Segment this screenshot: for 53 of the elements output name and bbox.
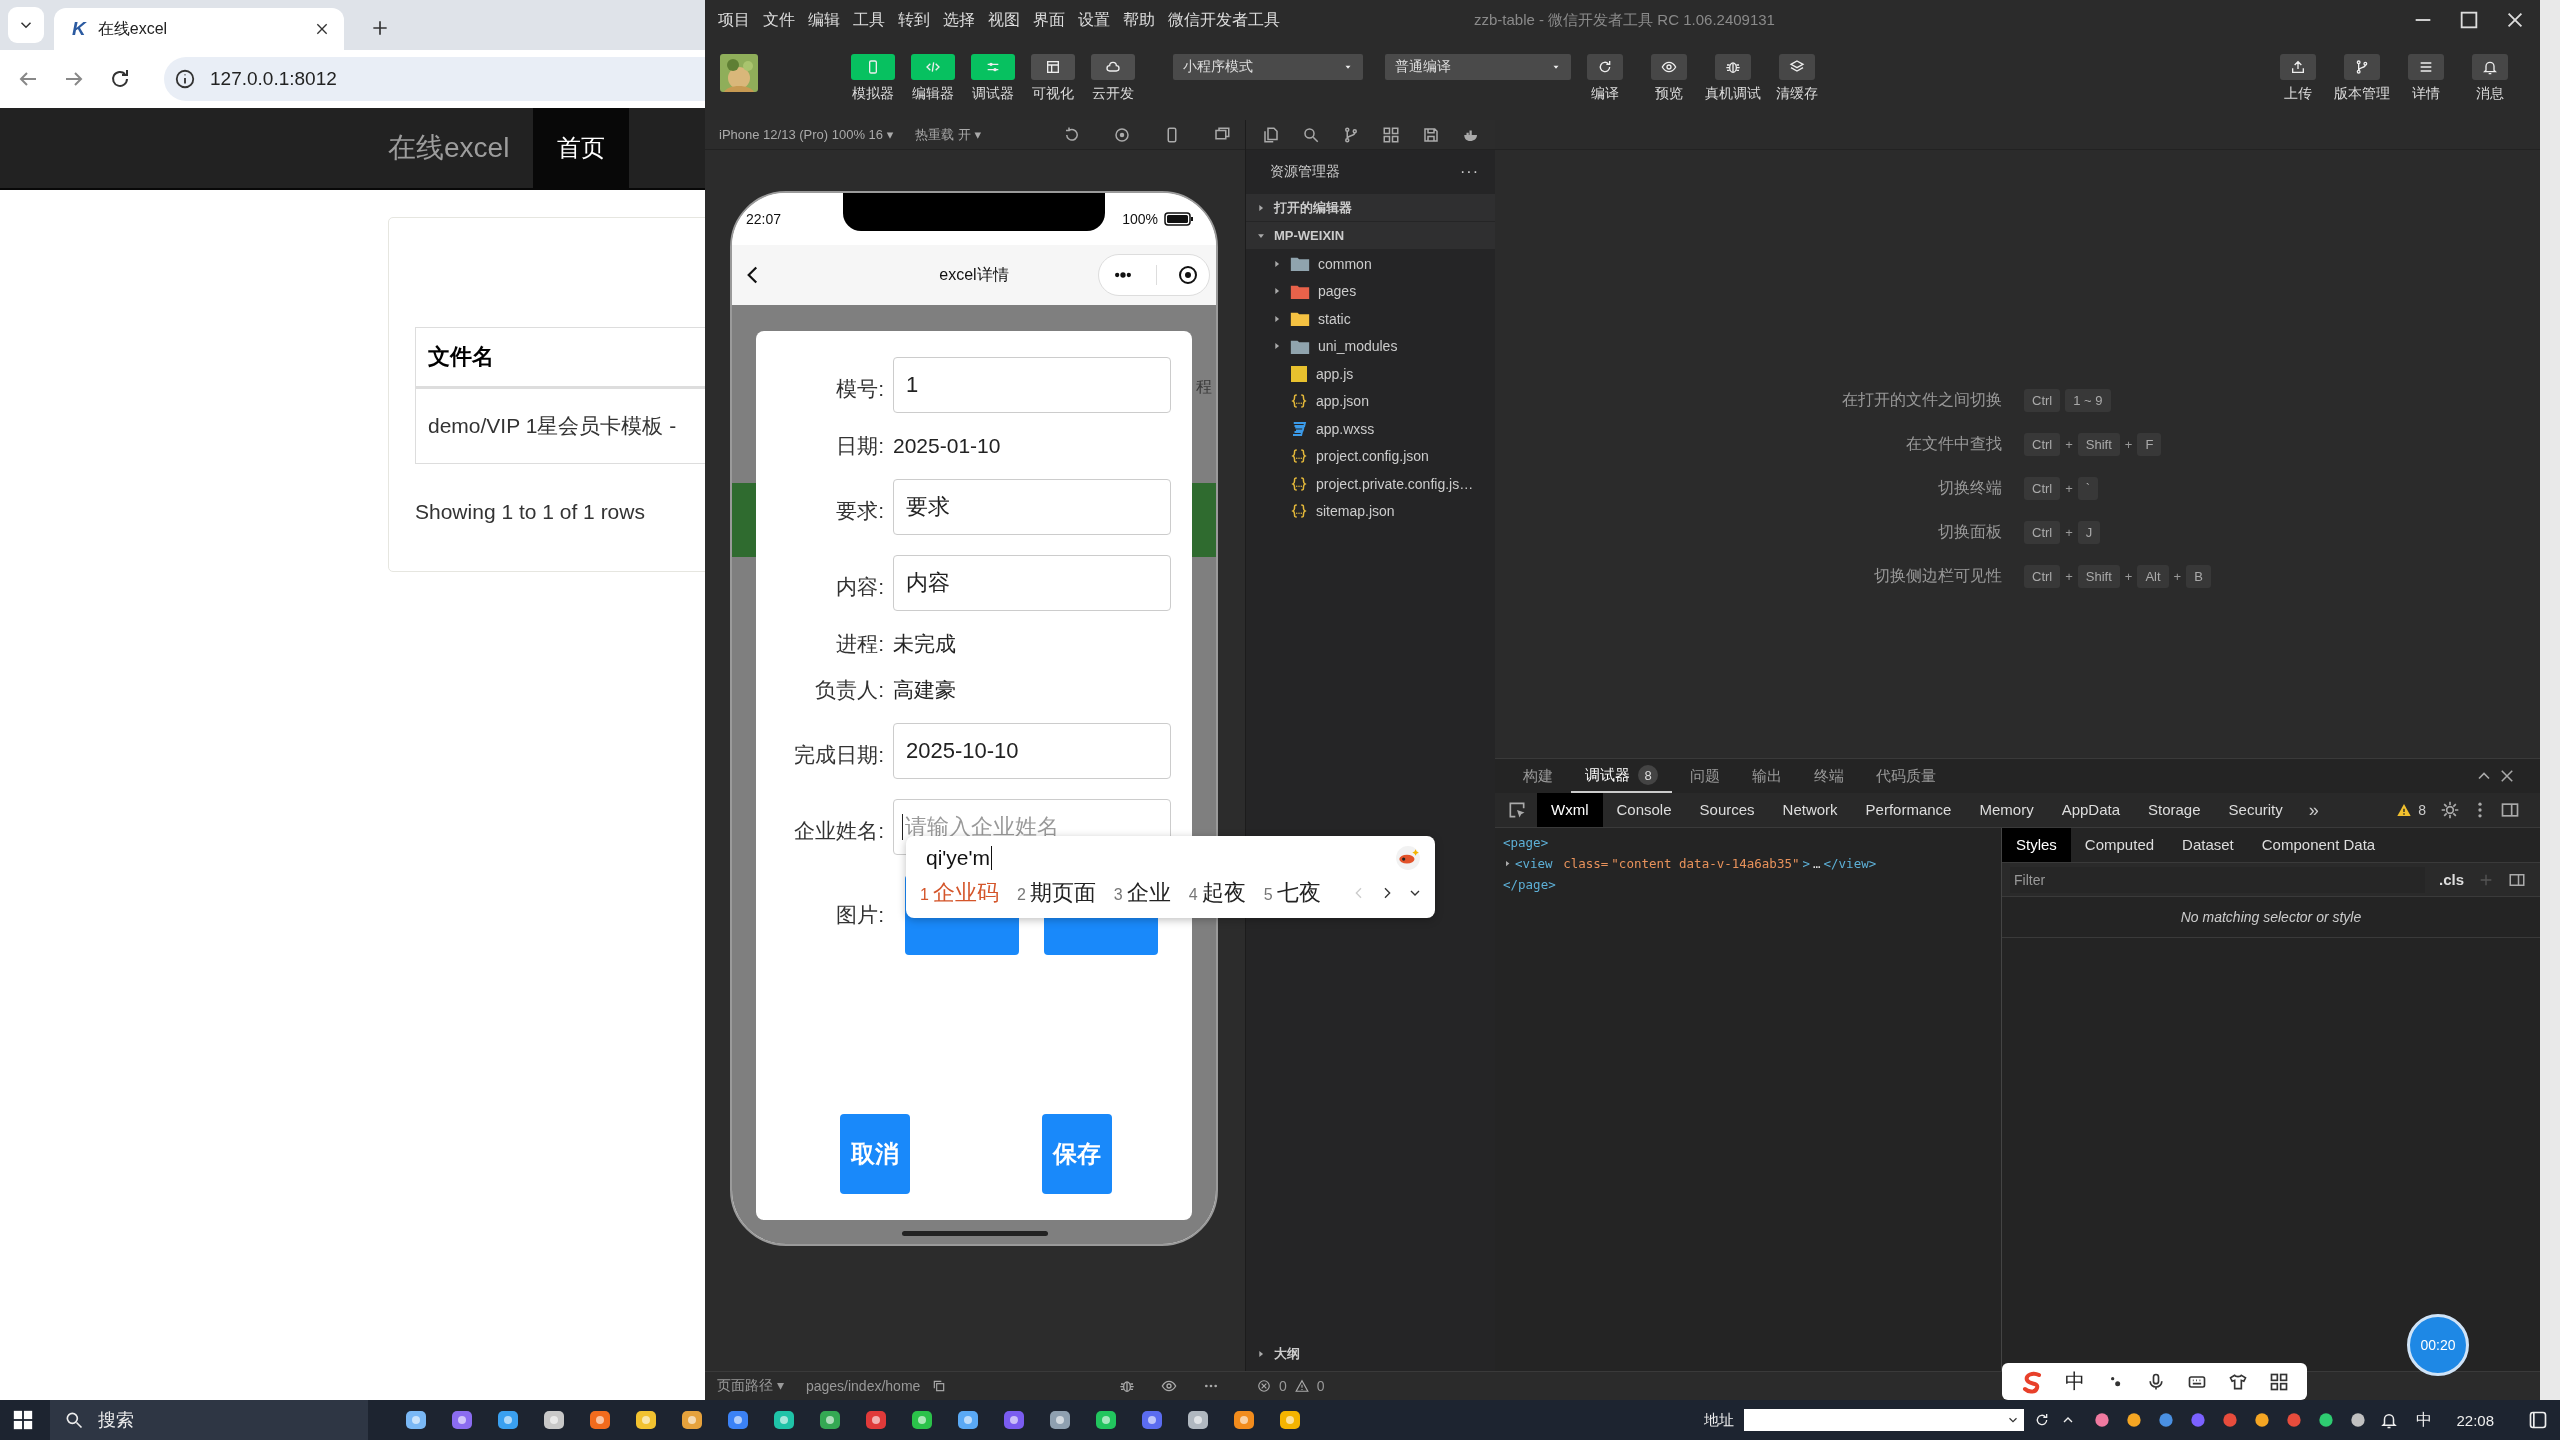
shortcut-label: 在文件中查找 bbox=[1905, 433, 2002, 454]
field-value: 高建豪 bbox=[893, 677, 956, 703]
page-title: excel详情 bbox=[938, 264, 1010, 285]
key-cap: Ctrl bbox=[2024, 520, 2061, 544]
key-cap: F bbox=[2137, 432, 2162, 456]
field-label: 负责人: bbox=[814, 677, 884, 703]
field-label: 日期: bbox=[835, 433, 884, 459]
key-cap: Ctrl bbox=[2024, 432, 2061, 456]
warning-count: 0 bbox=[1316, 1378, 1325, 1394]
field-label: 要求: bbox=[835, 498, 884, 524]
key-cap: Ctrl bbox=[2024, 476, 2061, 500]
key-separator: + bbox=[2065, 568, 2073, 584]
panel-title: 资源管理器 bbox=[1270, 163, 1340, 181]
background-text: 程 bbox=[1196, 377, 1212, 397]
pagination-info: Showing 1 to 1 of 1 rows bbox=[415, 500, 646, 524]
key-separator: + bbox=[2065, 436, 2073, 452]
favicon: K bbox=[72, 18, 86, 40]
error-count: 0 bbox=[1279, 1378, 1287, 1394]
key-cap: Alt bbox=[2137, 564, 2169, 588]
key-cap: ` bbox=[2077, 476, 2099, 500]
key-separator: + bbox=[2065, 480, 2073, 496]
count-badge: 8 bbox=[1638, 765, 1658, 785]
shortcut-label: 切换侧边栏可见性 bbox=[1873, 565, 2002, 586]
battery-level: 100% bbox=[1122, 211, 1158, 227]
key-separator: + bbox=[2065, 524, 2073, 540]
field-label: 内容: bbox=[835, 574, 884, 600]
shortcut-label: 切换终端 bbox=[1937, 477, 2002, 498]
key-cap: Shift bbox=[2077, 564, 2120, 588]
warning-count: 8 bbox=[2418, 802, 2426, 818]
field-label: 完成日期: bbox=[793, 742, 884, 768]
route-path: pages/index/home bbox=[805, 1378, 921, 1394]
shortcut-label: 在打开的文件之间切换 bbox=[1841, 389, 2002, 410]
field-label: 图片: bbox=[835, 902, 884, 928]
field-label: 企业姓名: bbox=[793, 818, 884, 844]
window-title: zzb-table - 微信开发者工具 RC 1.06.2409131 bbox=[1474, 10, 1775, 30]
key-cap: Shift bbox=[2077, 432, 2120, 456]
key-separator: + bbox=[2124, 568, 2133, 584]
field-label: 进程: bbox=[835, 631, 884, 657]
key-separator: + bbox=[2124, 436, 2133, 452]
key-cap: Ctrl bbox=[2024, 564, 2061, 588]
field-value: 2025-01-10 bbox=[893, 434, 1001, 458]
key-cap: J bbox=[2077, 520, 2101, 544]
key-cap: B bbox=[2186, 564, 2211, 588]
key-separator: + bbox=[2173, 568, 2182, 584]
address-label: 地址 bbox=[1704, 1410, 1735, 1430]
status-time: 22:07 bbox=[746, 211, 782, 227]
field-label: 模号: bbox=[835, 376, 884, 402]
empty-message: No matching selector or style bbox=[2002, 897, 2540, 938]
field-value: 未完成 bbox=[893, 631, 956, 657]
ime-composition: qi'ye'm bbox=[926, 846, 993, 870]
key-cap: 1 ~ 9 bbox=[2065, 388, 2111, 412]
key-cap: Ctrl bbox=[2024, 388, 2061, 412]
shortcut-label: 切换面板 bbox=[1937, 521, 2002, 542]
